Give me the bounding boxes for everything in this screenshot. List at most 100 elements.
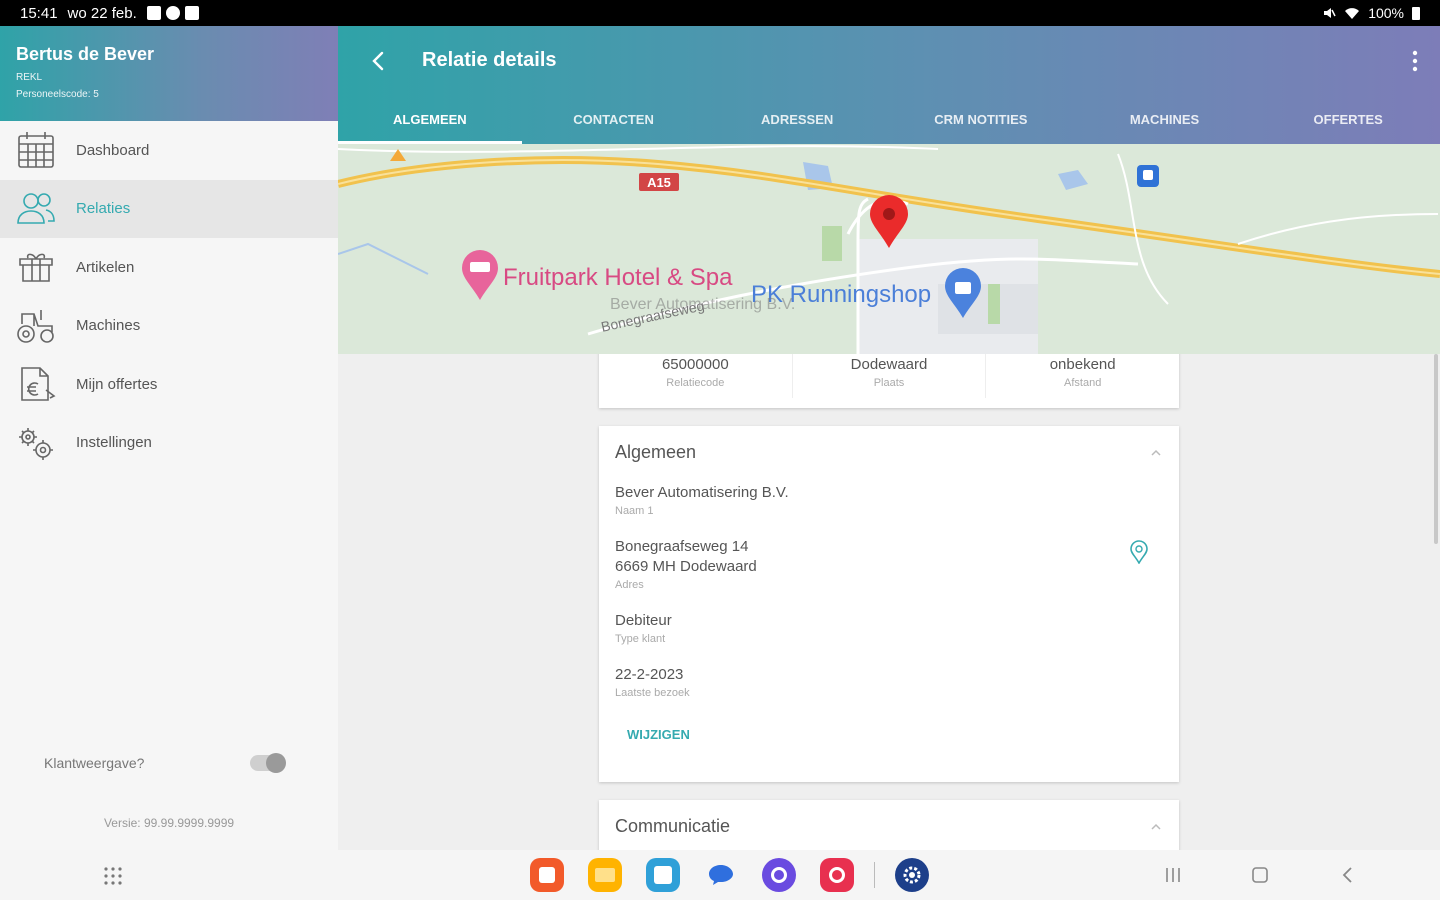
tab-offertes[interactable]: OFFERTES bbox=[1256, 94, 1440, 144]
field-value: Bonegraafseweg 14 bbox=[615, 538, 749, 555]
user-code: Personeelscode: 5 bbox=[16, 89, 99, 100]
field-name: Bever Automatisering B.V. Naam 1 bbox=[615, 483, 1163, 517]
summary-relation-code: 65000000 Relatiecode bbox=[599, 354, 793, 398]
back-arrow-icon[interactable] bbox=[364, 46, 394, 76]
camera-app-icon[interactable] bbox=[820, 858, 854, 892]
calendar-app-icon[interactable] bbox=[646, 858, 680, 892]
dock-divider bbox=[874, 862, 875, 888]
sidebar-item-relaties[interactable]: Relaties bbox=[0, 179, 338, 238]
notes-app-icon[interactable] bbox=[530, 858, 564, 892]
summary-label: Plaats bbox=[873, 376, 905, 389]
sidebar-item-label: Artikelen bbox=[76, 258, 135, 276]
status-bar: 15:41 wo 22 feb. 100% bbox=[0, 0, 1440, 26]
communication-card: Communicatie bbox=[599, 800, 1179, 850]
customer-view-row: Klantweergave? bbox=[44, 753, 286, 773]
calendar-icon bbox=[16, 130, 56, 170]
chevron-up-icon[interactable] bbox=[1149, 820, 1163, 834]
transit-icon bbox=[1137, 165, 1159, 187]
internet-app-icon[interactable] bbox=[762, 858, 796, 892]
summary-label: Relatiecode bbox=[666, 376, 725, 389]
user-name: Bertus de Bever bbox=[16, 44, 155, 64]
communication-card-header[interactable]: Communicatie bbox=[615, 816, 1163, 837]
folder-app-icon[interactable] bbox=[588, 858, 622, 892]
sidebar-item-label: Instellingen bbox=[76, 434, 152, 452]
summary-label: Afstand bbox=[1064, 376, 1102, 389]
field-label: Type klant bbox=[615, 633, 666, 645]
tab-contacten[interactable]: CONTACTEN bbox=[522, 94, 706, 144]
sidebar-item-instellingen[interactable]: Instellingen bbox=[0, 414, 338, 473]
general-card-header[interactable]: Algemeen bbox=[615, 442, 1163, 463]
field-label: Naam 1 bbox=[615, 505, 654, 517]
battery-icon bbox=[1412, 6, 1420, 20]
status-time: 15:41 bbox=[20, 4, 58, 22]
field-last-visit: 22-2-2023 Laatste bezoek bbox=[615, 665, 1163, 699]
sync-icon bbox=[165, 6, 180, 20]
customer-view-toggle[interactable] bbox=[250, 753, 286, 773]
more-vert-icon[interactable] bbox=[1412, 50, 1418, 72]
tab-bar: ALGEMEEN CONTACTEN ADRESSEN CRM NOTITIES… bbox=[338, 94, 1440, 144]
field-value: Debiteur bbox=[615, 612, 672, 629]
tab-crm-notities[interactable]: CRM NOTITIES bbox=[889, 94, 1073, 144]
mute-icon bbox=[1324, 8, 1336, 18]
app-notification-icon bbox=[184, 6, 199, 20]
hotel-poi-label: Fruitpark Hotel & Spa bbox=[503, 264, 733, 291]
field-value: Bever Automatisering B.V. bbox=[615, 484, 789, 501]
app-version: Versie: 99.99.9999.9999 bbox=[103, 816, 235, 830]
navigation-drawer: Bertus de Bever REKL Personeelscode: 5 D… bbox=[0, 26, 338, 850]
scrollbar[interactable] bbox=[1434, 354, 1438, 544]
hotel-poi-icon bbox=[462, 250, 498, 300]
user-header: Bertus de Bever REKL Personeelscode: 5 bbox=[0, 26, 338, 121]
chevron-up-icon[interactable] bbox=[1149, 446, 1163, 460]
wifi-icon bbox=[1345, 8, 1360, 19]
summary-value: Dodewaard bbox=[850, 355, 928, 373]
summary-city: Dodewaard Plaats bbox=[793, 354, 987, 398]
tab-adressen[interactable]: ADRESSEN bbox=[705, 94, 889, 144]
document-euro-icon bbox=[16, 364, 56, 404]
users-icon bbox=[16, 189, 56, 229]
notification-icons bbox=[146, 6, 199, 20]
card-heading: Communicatie bbox=[615, 816, 731, 836]
app-dock bbox=[530, 858, 929, 892]
back-button-icon[interactable] bbox=[1337, 864, 1359, 886]
field-address: Bonegraafseweg 14 6669 MH Dodewaard Adre… bbox=[615, 537, 1163, 591]
gallery-icon bbox=[146, 6, 161, 20]
summary-value: onbekend bbox=[1049, 355, 1116, 373]
gears-icon bbox=[16, 423, 56, 463]
system-navigation-bar bbox=[0, 850, 1440, 900]
sidebar-item-artikelen[interactable]: Artikelen bbox=[0, 238, 338, 297]
sidebar-item-mijn-offertes[interactable]: Mijn offertes bbox=[0, 355, 338, 414]
field-label: Adres bbox=[615, 579, 644, 591]
sidebar-item-label: Machines bbox=[76, 317, 141, 335]
summary-card: 65000000 Relatiecode Dodewaard Plaats on… bbox=[599, 354, 1179, 408]
customer-view-label: Klantweergave? bbox=[44, 755, 145, 771]
sidebar-item-machines[interactable]: Machines bbox=[0, 297, 338, 356]
field-value: 22-2-2023 bbox=[615, 666, 684, 683]
summary-distance: onbekend Afstand bbox=[986, 354, 1179, 398]
location-pin-icon[interactable] bbox=[1129, 540, 1149, 564]
sidebar-item-label: Relaties bbox=[76, 200, 131, 218]
field-value: 6669 MH Dodewaard bbox=[615, 558, 757, 575]
user-role: REKL bbox=[16, 72, 43, 83]
tractor-icon bbox=[16, 306, 56, 346]
relation-details: 65000000 Relatiecode Dodewaard Plaats on… bbox=[338, 354, 1440, 850]
edit-button[interactable]: WIJZIGEN bbox=[627, 727, 1163, 742]
app-bar: Relatie details ALGEMEEN CONTACTEN ADRES… bbox=[338, 26, 1440, 144]
settings-app-icon[interactable] bbox=[895, 858, 929, 892]
messages-app-icon[interactable] bbox=[704, 858, 738, 892]
road-shield: A15 bbox=[639, 173, 679, 191]
box-icon bbox=[16, 247, 56, 287]
map-marker-icon[interactable] bbox=[868, 194, 910, 250]
apps-grid-icon[interactable] bbox=[103, 866, 123, 886]
home-button-icon[interactable] bbox=[1249, 864, 1271, 886]
status-date: wo 22 feb. bbox=[67, 4, 137, 22]
sidebar-item-label: Mijn offertes bbox=[76, 375, 158, 393]
tab-machines[interactable]: MACHINES bbox=[1073, 94, 1257, 144]
tab-algemeen[interactable]: ALGEMEEN bbox=[338, 94, 522, 144]
recent-apps-icon[interactable] bbox=[1162, 864, 1184, 886]
location-map[interactable]: A15 Fruitpark Hotel & Spa PK Runningshop… bbox=[338, 144, 1440, 354]
sidebar-item-label: Dashboard bbox=[76, 141, 150, 159]
sidebar-item-dashboard[interactable]: Dashboard bbox=[0, 121, 338, 180]
battery-percent: 100% bbox=[1368, 5, 1404, 21]
card-heading: Algemeen bbox=[615, 442, 697, 462]
field-label: Laatste bezoek bbox=[615, 687, 690, 699]
